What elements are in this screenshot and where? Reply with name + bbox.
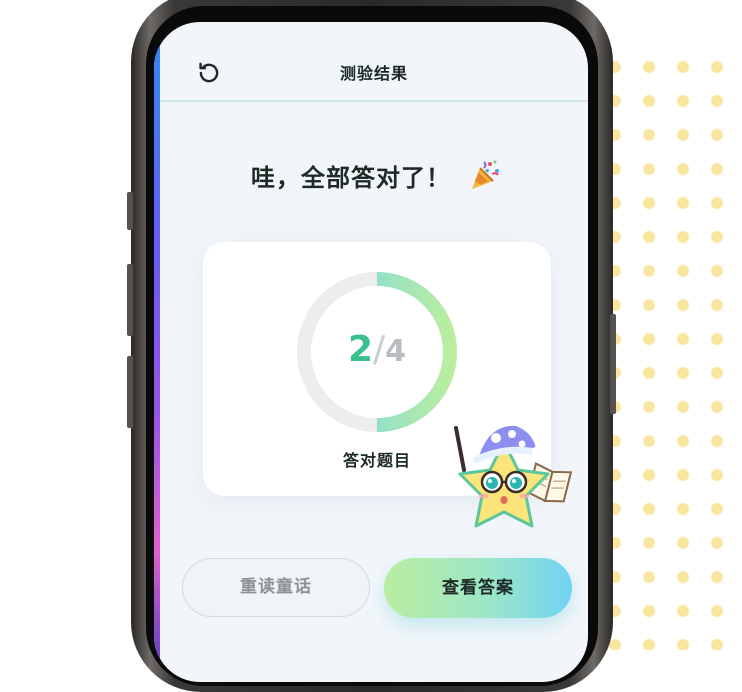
- party-popper-icon: [472, 160, 499, 189]
- score-total: 4: [385, 334, 407, 369]
- reread-story-button[interactable]: 重读童话: [182, 558, 370, 617]
- decorative-dot-pattern: [598, 50, 742, 650]
- score-correct: 2: [347, 329, 374, 370]
- view-answers-button[interactable]: 查看答案: [384, 558, 572, 618]
- app-screen: 测验结果 哇，全部答对了！ 2/4 答对题目 重读童话 查看答案: [154, 22, 588, 682]
- star-mascot-illustration: [454, 425, 573, 528]
- score-display: 2/4: [295, 326, 459, 376]
- top-bar: 测验结果: [160, 22, 588, 102]
- screen-edge-wallpaper: [154, 22, 160, 682]
- score-separator: /: [373, 329, 386, 370]
- phone-side-button: [127, 264, 133, 336]
- result-headline: 哇，全部答对了！: [154, 158, 588, 193]
- phone-side-button: [610, 314, 616, 414]
- phone-side-button: [127, 356, 133, 428]
- page-title: 测验结果: [339, 64, 408, 83]
- result-headline-text: 哇，全部答对了！: [251, 164, 451, 192]
- phone-side-button: [127, 192, 133, 230]
